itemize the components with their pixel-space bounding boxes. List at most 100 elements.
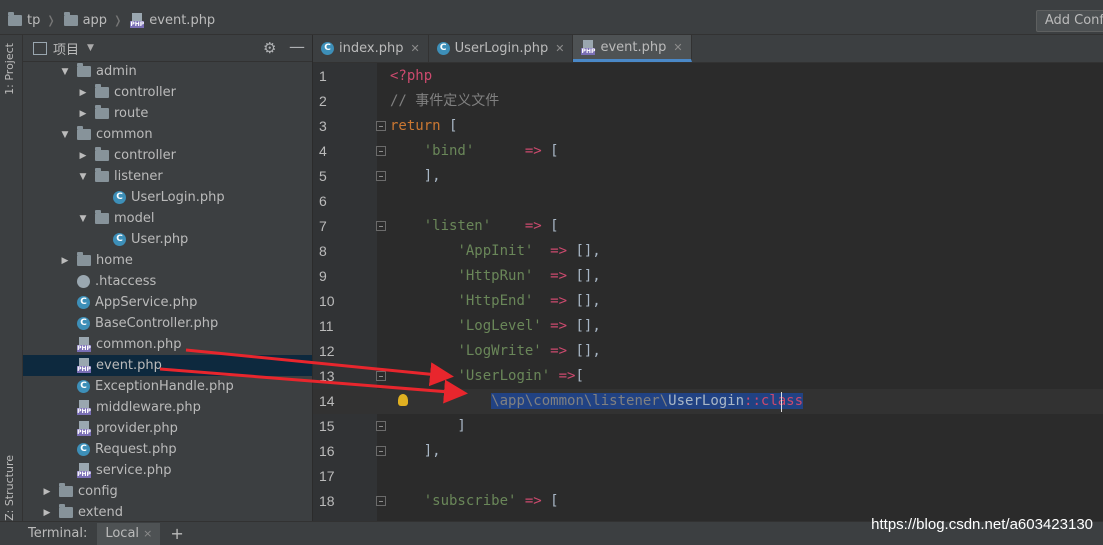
breadcrumb-item[interactable]: tp ❭ bbox=[8, 12, 56, 28]
tree-item[interactable]: C AppService.php bbox=[23, 292, 312, 313]
add-configuration-button[interactable]: Add Conf bbox=[1035, 10, 1103, 32]
fold-marker-icon[interactable] bbox=[376, 371, 386, 381]
code-line[interactable]: 15 ] bbox=[313, 414, 1103, 439]
expanded-arrow-icon[interactable]: ▼ bbox=[59, 130, 71, 140]
code-line[interactable]: 7 'listen' => [ bbox=[313, 214, 1103, 239]
fold-marker-icon[interactable] bbox=[376, 121, 386, 131]
close-icon[interactable]: × bbox=[143, 527, 152, 540]
tree-item[interactable]: C ExceptionHandle.php bbox=[23, 376, 312, 397]
php-file-icon: PHP bbox=[77, 421, 91, 436]
tree-item[interactable]: ▶ extend bbox=[23, 502, 312, 523]
code-token: [ bbox=[440, 118, 458, 134]
collapsed-arrow-icon[interactable]: ▶ bbox=[59, 256, 71, 266]
tree-item-label: listener bbox=[114, 169, 163, 184]
code-line[interactable]: 3 return [ bbox=[313, 114, 1103, 139]
code-text: return [ bbox=[390, 114, 457, 139]
code-token: [ bbox=[541, 143, 559, 159]
code-line[interactable]: 18 'subscribe' => [ bbox=[313, 489, 1103, 514]
tree-item[interactable]: PHP service.php bbox=[23, 460, 312, 481]
tree-item[interactable]: PHP event.php bbox=[23, 355, 312, 376]
php-class-icon: C bbox=[77, 443, 90, 456]
tree-item[interactable]: ▶ route bbox=[23, 103, 312, 124]
code-line[interactable]: 4 'bind' => [ bbox=[313, 139, 1103, 164]
tree-item[interactable]: ▶ home bbox=[23, 250, 312, 271]
line-number: 14 bbox=[319, 393, 335, 409]
close-icon[interactable]: ✕ bbox=[673, 41, 682, 54]
tree-item[interactable]: PHP middleware.php bbox=[23, 397, 312, 418]
fold-marker-icon[interactable] bbox=[376, 221, 386, 231]
breadcrumb-item[interactable]: app ❭ bbox=[63, 12, 122, 28]
tree-item-label: .htaccess bbox=[95, 274, 157, 289]
code-editor[interactable]: 1 <?php 2// 事件定义文件 3 return [4 'bind' => [5 … bbox=[313, 63, 1103, 521]
code-line[interactable]: 14 \app\common\listener\UserLogin::class bbox=[313, 389, 1103, 414]
php-file-icon: PHP bbox=[77, 400, 91, 415]
code-line[interactable]: 12 'LogWrite' => [], bbox=[313, 339, 1103, 364]
terminal-label[interactable]: Terminal: bbox=[28, 526, 87, 541]
fold-marker-icon[interactable] bbox=[376, 171, 386, 181]
tree-item[interactable]: ▼ listener bbox=[23, 166, 312, 187]
tree-item[interactable]: .htaccess bbox=[23, 271, 312, 292]
project-tool-button[interactable]: 1: Project bbox=[3, 43, 16, 95]
code-line[interactable]: 2 // 事件定义文件 bbox=[313, 89, 1103, 114]
fold-marker-icon[interactable] bbox=[376, 421, 386, 431]
collapsed-arrow-icon[interactable]: ▶ bbox=[77, 88, 89, 98]
tree-item[interactable]: C User.php bbox=[23, 229, 312, 250]
fold-marker-icon[interactable] bbox=[376, 446, 386, 456]
tab-index-php[interactable]: Cindex.php ✕ bbox=[313, 35, 429, 62]
tab-local-terminal[interactable]: Local × bbox=[97, 522, 161, 545]
structure-tool-button[interactable]: Z: Structure bbox=[3, 455, 16, 521]
tab-userlogin-php[interactable]: C UserLogin.php ✕ bbox=[429, 35, 574, 62]
expanded-arrow-icon[interactable]: ▼ bbox=[77, 172, 89, 182]
code-line[interactable]: 10 'HttpEnd' => [], bbox=[313, 289, 1103, 314]
gear-icon[interactable]: ⚙ bbox=[263, 39, 276, 57]
project-panel-title[interactable]: 项目 bbox=[53, 39, 79, 58]
tree-item[interactable]: PHP provider.php bbox=[23, 418, 312, 439]
tree-item[interactable]: C BaseController.php bbox=[23, 313, 312, 334]
code-line[interactable]: 5 ], bbox=[313, 164, 1103, 189]
project-tree: ▼ admin ▶ controller ▶ route ▼ common ▶ controlle… bbox=[23, 61, 312, 523]
collapsed-arrow-icon[interactable]: ▶ bbox=[41, 487, 53, 497]
code-line[interactable]: 17 bbox=[313, 464, 1103, 489]
dropdown-arrow-icon[interactable]: ▼ bbox=[87, 43, 94, 53]
tree-item[interactable]: ▶ controller bbox=[23, 145, 312, 166]
collapsed-arrow-icon[interactable]: ▶ bbox=[77, 109, 89, 119]
tree-item[interactable]: ▶ controller bbox=[23, 82, 312, 103]
tree-item-label: User.php bbox=[131, 232, 189, 247]
close-icon[interactable]: ✕ bbox=[410, 42, 419, 55]
code-line[interactable]: 8 'AppInit' => [], bbox=[313, 239, 1103, 264]
code-token: => bbox=[550, 318, 568, 334]
tree-item[interactable]: ▶ config bbox=[23, 481, 312, 502]
tree-item[interactable]: C Request.php bbox=[23, 439, 312, 460]
expanded-arrow-icon[interactable]: ▼ bbox=[59, 67, 71, 77]
breadcrumb-item[interactable]: PHP event.php bbox=[130, 13, 215, 28]
local-label: Local bbox=[105, 525, 140, 541]
close-icon[interactable]: ✕ bbox=[555, 42, 564, 55]
tree-item[interactable]: C UserLogin.php bbox=[23, 187, 312, 208]
tree-item[interactable]: PHP common.php bbox=[23, 334, 312, 355]
collapsed-arrow-icon[interactable]: ▶ bbox=[41, 508, 53, 518]
fold-marker-icon[interactable] bbox=[376, 146, 386, 156]
tree-item[interactable]: ▼ common bbox=[23, 124, 312, 145]
code-line[interactable]: 11 'LogLevel' => [], bbox=[313, 314, 1103, 339]
expanded-arrow-icon[interactable]: ▼ bbox=[77, 214, 89, 224]
code-line[interactable]: 1 <?php bbox=[313, 64, 1103, 89]
tree-item-label: event.php bbox=[96, 358, 162, 373]
code-line[interactable]: 13 'UserLogin' =>[ bbox=[313, 364, 1103, 389]
fold-marker-icon[interactable] bbox=[376, 496, 386, 506]
code-token: => bbox=[524, 493, 542, 509]
code-token: [ bbox=[541, 493, 559, 509]
tree-item[interactable]: ▼ model bbox=[23, 208, 312, 229]
tree-item-label: route bbox=[114, 106, 149, 121]
hide-panel-icon[interactable]: — bbox=[289, 37, 305, 56]
tree-item-label: service.php bbox=[96, 463, 172, 478]
code-line[interactable]: 16 ], bbox=[313, 439, 1103, 464]
new-terminal-button[interactable]: + bbox=[170, 524, 183, 543]
code-line[interactable]: 6 bbox=[313, 189, 1103, 214]
tab-event-php[interactable]: PHP event.php ✕ bbox=[573, 35, 692, 62]
code-line[interactable]: 9 'HttpRun' => [], bbox=[313, 264, 1103, 289]
collapsed-arrow-icon[interactable]: ▶ bbox=[77, 151, 89, 161]
tree-item[interactable]: ▼ admin bbox=[23, 61, 312, 82]
code-token: UserLogin bbox=[668, 393, 745, 409]
